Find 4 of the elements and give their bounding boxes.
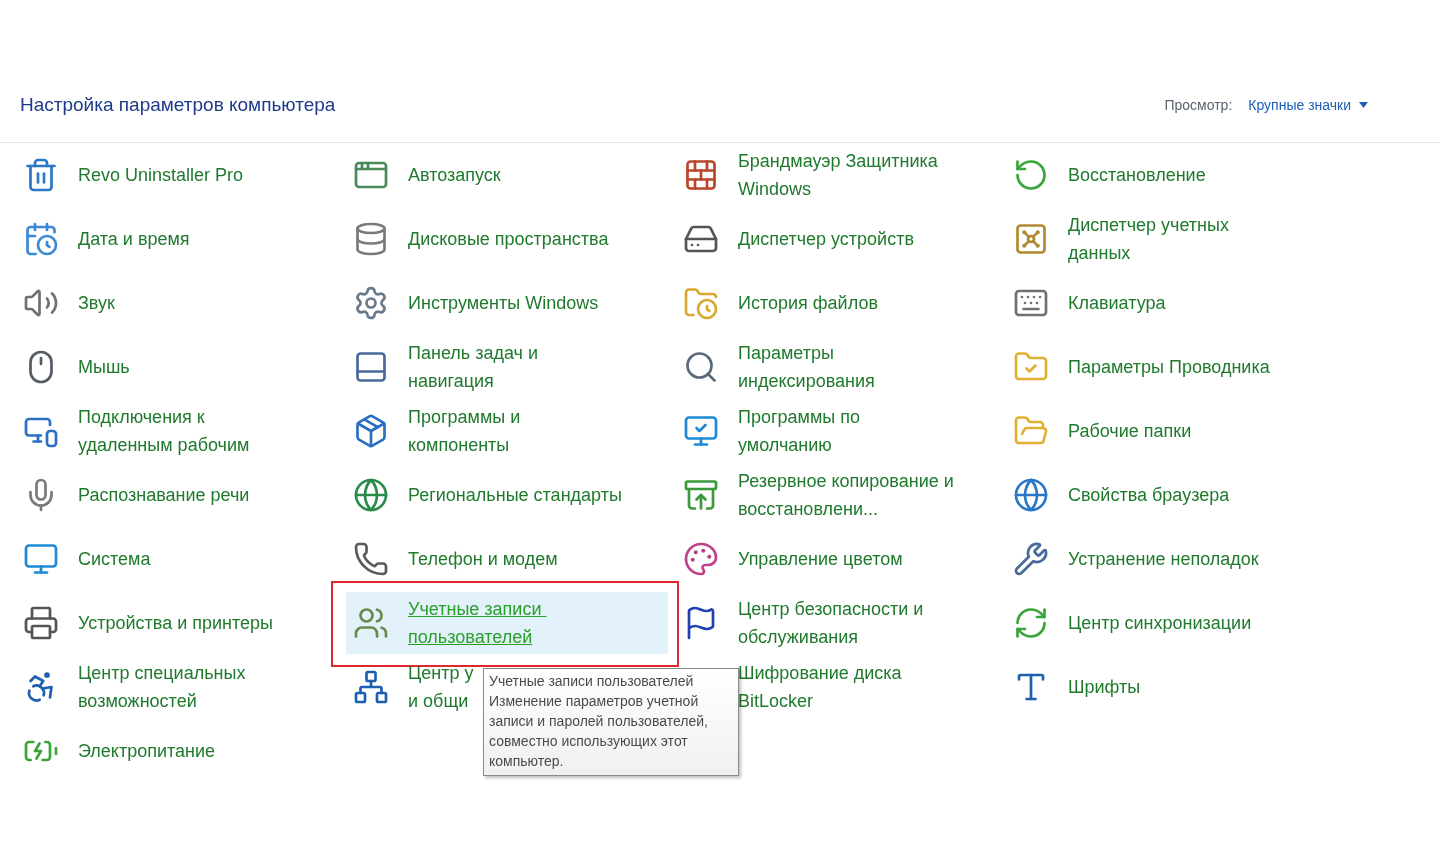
page-title: Настройка параметров компьютера: [20, 93, 336, 117]
tooltip-text: Изменение параметров учетной записи и паролей пользователей, совместно использующих этот компьютер.: [489, 692, 709, 771]
tooltip-title: Учетные записи пользователей: [489, 672, 695, 691]
view-label: Просмотр:: [1164, 96, 1233, 115]
